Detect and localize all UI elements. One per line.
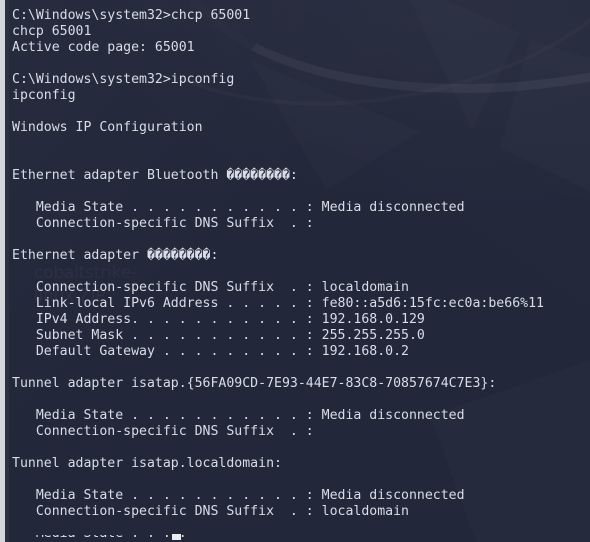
terminal-line: Link-local IPv6 Address . . . . . : fe80… xyxy=(12,296,544,311)
terminal-line: Default Gateway . . . . . . . . . : 192.… xyxy=(12,344,409,359)
terminal-line: C:\Windows\system32>chcp 65001 xyxy=(12,8,251,23)
terminal-line: Connection-specific DNS Suffix . : xyxy=(12,216,322,231)
terminal-clipped-line: Media State . . . . xyxy=(9,535,590,542)
terminal-line: Connection-specific DNS Suffix . : local… xyxy=(12,504,409,519)
terminal-line: ipconfig xyxy=(12,88,76,103)
terminal-line: Ethernet adapter ��������: xyxy=(12,248,219,263)
terminal-line: Subnet Mask . . . . . . . . . . . : 255.… xyxy=(12,328,425,343)
terminal-line: Media State . . . . . . . . . . . : Medi… xyxy=(12,200,465,215)
terminal-line: chcp 65001 xyxy=(12,24,92,39)
terminal-cursor xyxy=(172,534,181,540)
terminal-line: Tunnel adapter isatap.localdomain: xyxy=(12,456,282,471)
terminal-line: Ethernet adapter Bluetooth ��������: xyxy=(12,168,298,183)
terminal-output[interactable]: C:\Windows\system32>chcp 65001 chcp 65001… xyxy=(9,0,590,542)
terminal-line: Connection-specific DNS Suffix . : local… xyxy=(12,280,409,295)
terminal-line: Media State . . . . . . . . . . . : Medi… xyxy=(12,408,465,423)
terminal-line: Tunnel adapter isatap.{56FA09CD-7E93-44E… xyxy=(12,376,497,391)
clipped-line-text: Media State . . . . xyxy=(12,535,187,542)
terminal-line: C:\Windows\system32>ipconfig xyxy=(12,72,235,87)
terminal-line: IPv4 Address. . . . . . . . . . . : 192.… xyxy=(12,312,425,327)
terminal-window[interactable]: cobaltstrike- linux ZIP C:\Windows\syste… xyxy=(0,0,590,542)
terminal-line: Windows IP Configuration xyxy=(12,120,203,135)
terminal-line: Connection-specific DNS Suffix . : xyxy=(12,424,322,439)
terminal-line: Active code page: 65001 xyxy=(12,40,195,55)
terminal-line: Media State . . . . . . . . . . . : Medi… xyxy=(12,488,465,503)
